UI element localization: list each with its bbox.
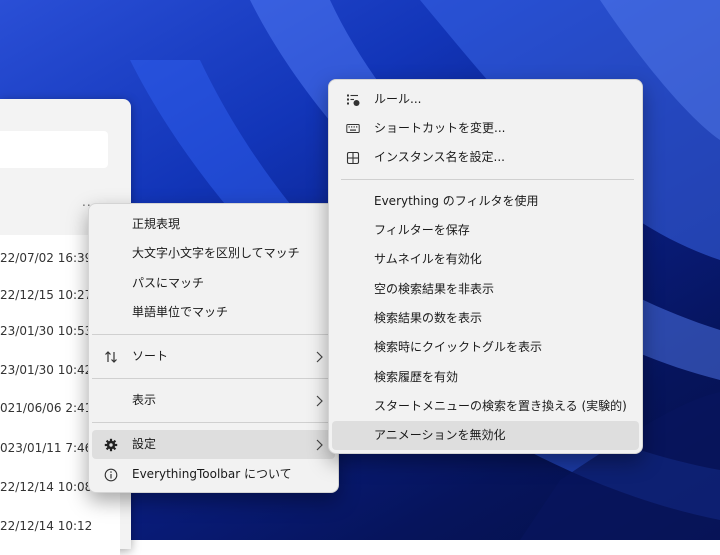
menu-item-save-filter[interactable]: フィルターを保存 [332, 216, 639, 245]
menu-item-match-path[interactable]: パスにマッチ [92, 269, 335, 298]
menu-item-label: 検索結果の数を表示 [374, 311, 483, 325]
gear-icon [102, 430, 120, 459]
menu-item-label: 単語単位でマッチ [132, 305, 229, 319]
menu-item-set-instance-name[interactable]: インスタンス名を設定... [332, 143, 639, 172]
result-row-date[interactable]: 22/12/14 10:12 [0, 511, 120, 541]
menu-item-label: 空の検索結果を非表示 [374, 282, 495, 296]
menu-item-label: 正規表現 [132, 217, 181, 231]
chevron-right-icon [316, 439, 323, 451]
context-menu: 正規表現 大文字小文字を区別してマッチ パスにマッチ 単語単位でマッチ ソート … [88, 203, 339, 493]
chevron-right-icon [316, 351, 323, 363]
menu-item-label: 設定 [132, 437, 157, 451]
menu-item-show-result-count[interactable]: 検索結果の数を表示 [332, 304, 639, 333]
menu-item-label: スタートメニューの検索を置き換える (実験的) [374, 399, 627, 413]
menu-item-label: パスにマッチ [132, 276, 205, 290]
menu-item-match-case[interactable]: 大文字小文字を区別してマッチ [92, 239, 335, 268]
menu-item-label: Everything のフィルタを使用 [374, 194, 539, 208]
menu-separator [341, 179, 634, 180]
keyboard-icon [344, 114, 362, 143]
sort-arrows-icon [102, 342, 120, 371]
menu-item-label: ソート [132, 349, 169, 363]
menu-item-sort[interactable]: ソート [92, 342, 335, 371]
menu-item-regex[interactable]: 正規表現 [92, 210, 335, 239]
menu-item-label: サムネイルを有効化 [374, 252, 482, 266]
instance-icon [344, 143, 362, 172]
menu-item-about[interactable]: EverythingToolbar について [92, 460, 335, 489]
menu-separator [92, 378, 328, 379]
chevron-right-icon [316, 395, 323, 407]
menu-item-label: インスタンス名を設定... [374, 150, 505, 164]
menu-separator [92, 334, 328, 335]
menu-item-enable-search-history[interactable]: 検索履歴を有効 [332, 363, 639, 392]
search-input[interactable] [0, 131, 108, 168]
settings-submenu: ルール... ショートカットを変更... インスタンス名を設定... Every… [328, 79, 643, 454]
menu-item-hide-empty-results[interactable]: 空の検索結果を非表示 [332, 275, 639, 304]
menu-item-disable-animations[interactable]: アニメーションを無効化 [332, 421, 639, 450]
menu-item-label: 検索時にクイックトグルを表示 [374, 340, 543, 354]
menu-item-use-everything-filters[interactable]: Everything のフィルタを使用 [332, 187, 639, 216]
menu-item-replace-start-menu-search[interactable]: スタートメニューの検索を置き換える (実験的) [332, 392, 639, 421]
menu-item-label: EverythingToolbar について [132, 467, 292, 481]
menu-item-label: フィルターを保存 [374, 223, 470, 237]
menu-item-label: アニメーションを無効化 [374, 428, 506, 442]
menu-item-match-whole-word[interactable]: 単語単位でマッチ [92, 298, 335, 327]
menu-item-rules[interactable]: ルール... [332, 85, 639, 114]
rules-icon [344, 85, 362, 114]
menu-item-settings[interactable]: 設定 [92, 430, 335, 459]
menu-item-label: 表示 [132, 393, 157, 407]
menu-item-enable-thumbnails[interactable]: サムネイルを有効化 [332, 245, 639, 274]
menu-item-label: 検索履歴を有効 [374, 370, 459, 384]
menu-item-label: ルール... [374, 92, 422, 106]
menu-item-label: ショートカットを変更... [374, 121, 506, 135]
menu-separator [92, 422, 328, 423]
menu-item-show-quick-toggles[interactable]: 検索時にクイックトグルを表示 [332, 333, 639, 362]
info-icon [102, 460, 120, 489]
menu-item-label: 大文字小文字を区別してマッチ [132, 246, 300, 260]
menu-item-change-shortcut[interactable]: ショートカットを変更... [332, 114, 639, 143]
menu-item-view[interactable]: 表示 [92, 386, 335, 415]
